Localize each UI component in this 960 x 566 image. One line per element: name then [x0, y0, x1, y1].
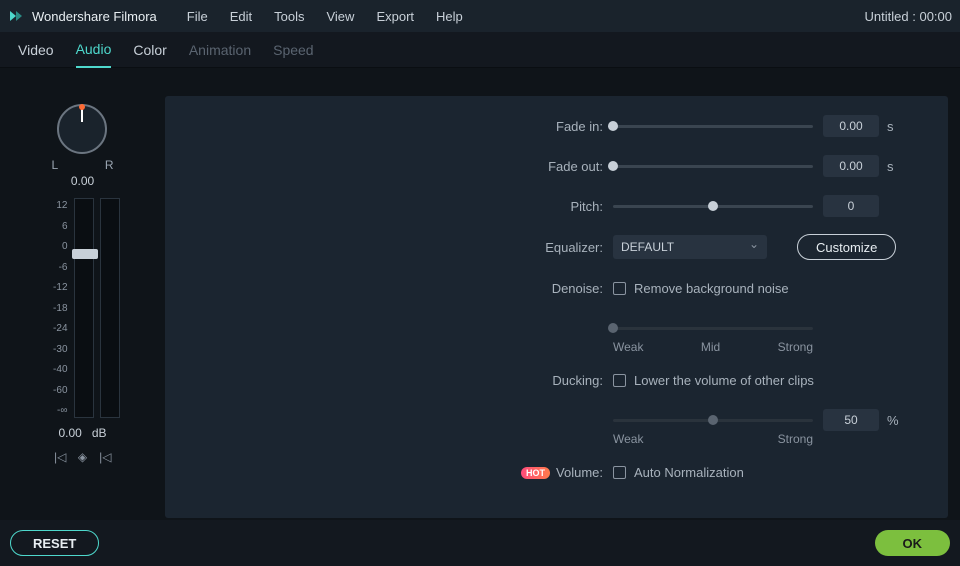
reset-button[interactable]: RESET [10, 530, 99, 556]
menu-help[interactable]: Help [436, 9, 463, 24]
denoise-label: Denoise: [165, 281, 613, 296]
denoise-check-label: Remove background noise [634, 281, 789, 296]
tab-speed: Speed [273, 32, 313, 68]
equalizer-select[interactable]: DEFAULT [613, 235, 767, 259]
pan-left-label: L [52, 158, 59, 172]
ducking-checkbox[interactable] [613, 374, 626, 387]
hot-badge: HOT [521, 467, 550, 479]
ducking-value[interactable]: 50 [823, 409, 879, 431]
fade-out-slider[interactable] [613, 163, 813, 169]
ducking-check-label: Lower the volume of other clips [634, 373, 814, 388]
volume-unit: dB [92, 426, 107, 440]
app-name: Wondershare Filmora [32, 9, 157, 24]
pitch-label: Pitch: [165, 199, 613, 214]
menu-bar: File Edit Tools View Export Help [187, 9, 463, 24]
menu-tools[interactable]: Tools [274, 9, 304, 24]
ducking-label: Ducking: [165, 373, 613, 388]
ducking-slider [613, 417, 813, 423]
volume-value: 0.00 [58, 426, 81, 440]
titlebar: Wondershare Filmora File Edit Tools View… [0, 0, 960, 32]
auto-normalization-label: Auto Normalization [634, 465, 744, 480]
fade-in-label: Fade in: [165, 119, 613, 134]
volume-fader[interactable] [74, 198, 94, 418]
pan-right-label: R [105, 158, 114, 172]
equalizer-label: Equalizer: [165, 240, 613, 255]
menu-export[interactable]: Export [376, 9, 414, 24]
tab-bar: Video Audio Color Animation Speed [0, 32, 960, 68]
denoise-slider [613, 325, 813, 331]
prev-keyframe-icon[interactable]: ▷| [54, 450, 66, 464]
tab-audio[interactable]: Audio [76, 32, 112, 68]
app-logo-icon [8, 8, 24, 24]
ducking-strong-label: Strong [778, 432, 813, 446]
auto-normalization-checkbox[interactable] [613, 466, 626, 479]
set-keyframe-icon[interactable]: ◈ [78, 450, 87, 464]
fade-in-unit: s [887, 119, 907, 134]
pan-dial[interactable] [57, 104, 109, 156]
level-meter [100, 198, 120, 418]
pitch-value[interactable]: 0 [823, 195, 879, 217]
tab-color[interactable]: Color [133, 32, 166, 68]
volume-label: HOTVolume: [165, 465, 613, 480]
fade-in-slider[interactable] [613, 123, 813, 129]
ducking-weak-label: Weak [613, 432, 643, 446]
denoise-weak-label: Weak [613, 340, 643, 354]
fade-out-value[interactable]: 0.00 [823, 155, 879, 177]
project-status: Untitled : 00:00 [865, 9, 952, 24]
customize-button[interactable]: Customize [797, 234, 896, 260]
fade-out-unit: s [887, 159, 907, 174]
pan-value: 0.00 [71, 174, 94, 188]
menu-view[interactable]: View [326, 9, 354, 24]
audio-settings-panel: Fade in: 0.00 s Fade out: 0.00 s Pitch: [165, 96, 948, 518]
tab-animation: Animation [189, 32, 251, 68]
next-keyframe-icon[interactable]: |◁ [99, 450, 111, 464]
menu-edit[interactable]: Edit [230, 9, 252, 24]
ducking-unit: % [887, 413, 907, 428]
tab-video[interactable]: Video [18, 32, 54, 68]
marker-nav: ▷| ◈ |◁ [54, 450, 112, 464]
left-audio-panel: L R 0.00 12 6 0 -6 -12 -18 -24 -30 -40 -… [0, 96, 165, 518]
menu-file[interactable]: File [187, 9, 208, 24]
denoise-strong-label: Strong [778, 340, 813, 354]
fade-in-value[interactable]: 0.00 [823, 115, 879, 137]
fade-out-label: Fade out: [165, 159, 613, 174]
meter-scale: 12 6 0 -6 -12 -18 -24 -30 -40 -60 -∞ [46, 198, 68, 418]
denoise-checkbox[interactable] [613, 282, 626, 295]
footer: RESET OK [0, 520, 960, 566]
pitch-slider[interactable] [613, 203, 813, 209]
ok-button[interactable]: OK [875, 530, 951, 556]
denoise-mid-label: Mid [643, 340, 777, 354]
